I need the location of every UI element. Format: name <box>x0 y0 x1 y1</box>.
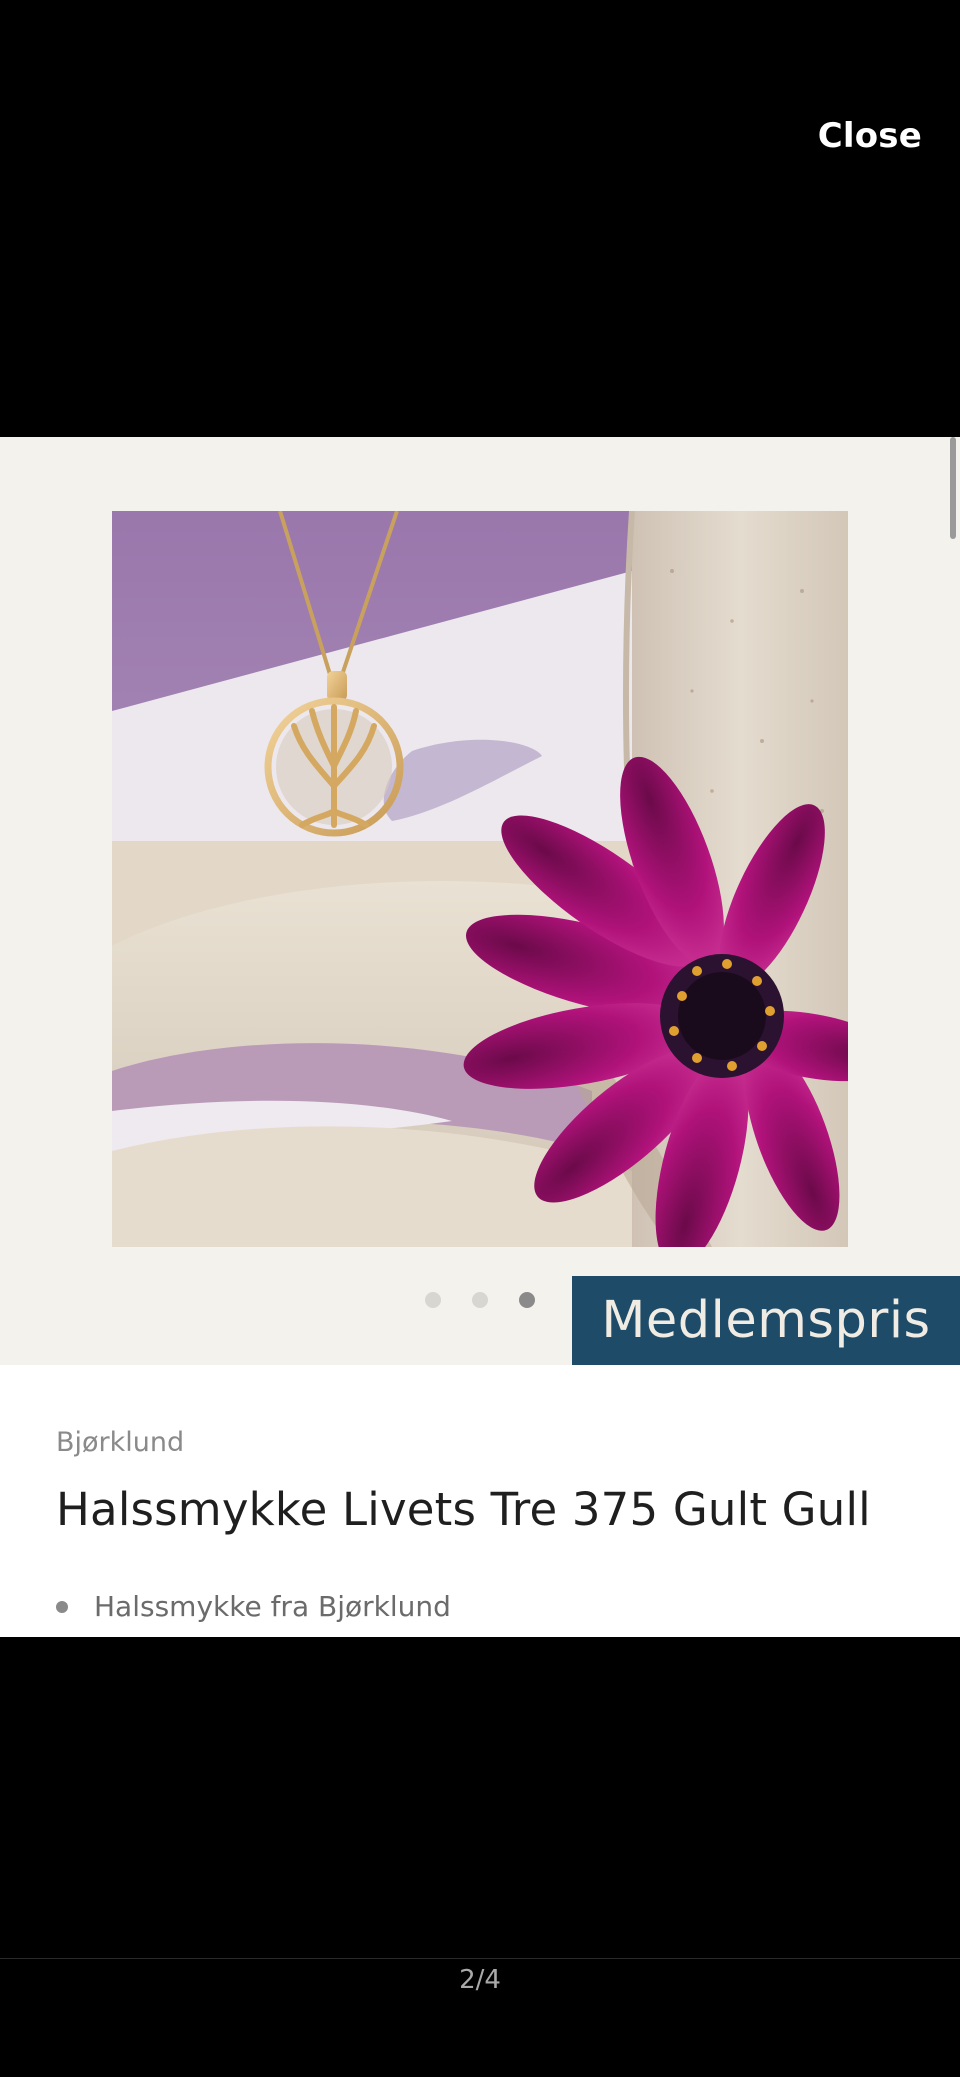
product-info: Bjørklund Halssmykke Livets Tre 375 Gult… <box>0 1365 960 1637</box>
carousel-dot-active[interactable] <box>519 1292 535 1308</box>
close-button[interactable]: Close <box>818 116 922 156</box>
carousel-dot[interactable] <box>472 1292 488 1308</box>
feature-list-item: Halssmykke fra Bjørklund <box>56 1590 451 1623</box>
brand-name[interactable]: Bjørklund <box>56 1427 184 1458</box>
page-counter: 2/4 <box>459 1965 501 1995</box>
bullet-icon <box>56 1600 68 1613</box>
product-preview: Medlemspris Bjørklund Halssmykke Livets … <box>0 437 960 1637</box>
feature-text: Halssmykke fra Bjørklund <box>94 1590 451 1623</box>
scrollbar[interactable] <box>950 437 956 539</box>
tree-of-life-pendant-icon <box>264 697 404 837</box>
product-image <box>112 511 848 1247</box>
member-price-badge: Medlemspris <box>572 1276 960 1365</box>
image-gallery[interactable]: Medlemspris <box>0 437 960 1365</box>
carousel-dot[interactable] <box>425 1292 441 1308</box>
product-title: Halssmykke Livets Tre 375 Gult Gull <box>56 1483 871 1536</box>
divider <box>0 1958 960 1959</box>
